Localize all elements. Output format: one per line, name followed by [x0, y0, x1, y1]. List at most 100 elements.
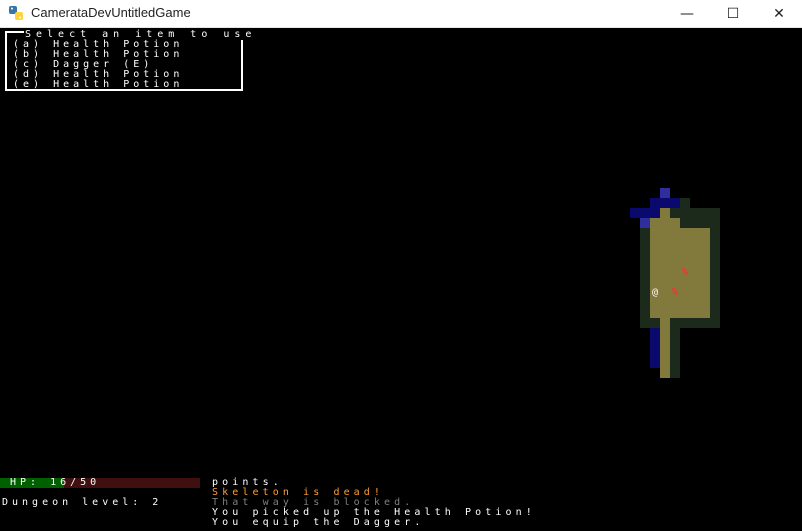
floor-tile: [700, 268, 710, 278]
floor-tile: [660, 218, 670, 228]
floor-tile: [690, 268, 700, 278]
maximize-icon: ☐: [726, 5, 740, 22]
wall-tile: [650, 318, 660, 328]
explored-tile: [670, 198, 680, 208]
floor-tile: [690, 248, 700, 258]
title-bar: CamerataDevUntitledGame — ☐ ✕: [0, 0, 802, 28]
close-button[interactable]: ✕: [756, 0, 802, 27]
floor-tile: [690, 238, 700, 248]
maximize-button[interactable]: ☐: [710, 0, 756, 27]
close-icon: ✕: [773, 5, 785, 22]
wall-tile: [710, 258, 720, 268]
wall-tile: [710, 228, 720, 238]
minimize-icon: —: [680, 5, 694, 22]
wall-tile: [670, 348, 680, 358]
wall-tile: [690, 318, 700, 328]
wall-tile: [690, 208, 700, 218]
floor-tile: [670, 258, 680, 268]
floor-tile: [680, 228, 690, 238]
wall-tile: [680, 208, 690, 218]
floor-tile: [700, 288, 710, 298]
floor-tile: [680, 238, 690, 248]
floor-tile: [700, 248, 710, 258]
minimize-button[interactable]: —: [664, 0, 710, 27]
explored-tile: [660, 188, 670, 198]
wall-tile: [690, 218, 700, 228]
wall-tile: [710, 218, 720, 228]
wall-tile: [640, 318, 650, 328]
wall-tile: [670, 358, 680, 368]
floor-tile: [660, 348, 670, 358]
wall-tile: [700, 208, 710, 218]
wall-tile: [640, 278, 650, 288]
floor-tile: [650, 228, 660, 238]
floor-tile: [700, 308, 710, 318]
floor-tile: [700, 298, 710, 308]
floor-tile: [680, 298, 690, 308]
wall-tile: [670, 208, 680, 218]
explored-tile: [660, 198, 670, 208]
floor-tile: [690, 308, 700, 318]
wall-tile: [640, 258, 650, 268]
wall-tile: [640, 268, 650, 278]
wall-tile: [640, 308, 650, 318]
explored-tile: [650, 338, 660, 348]
floor-tile: [660, 248, 670, 258]
floor-tile: [660, 358, 670, 368]
floor-tile: [670, 298, 680, 308]
floor-tile: [690, 278, 700, 288]
floor-tile: [700, 258, 710, 268]
floor-tile: [680, 248, 690, 258]
game-viewport[interactable]: %% @ Select an item to use (a) Health Pot…: [0, 28, 802, 531]
inventory-menu: Select an item to use (a) Health Potion …: [5, 30, 258, 91]
explored-tile: [650, 198, 660, 208]
floor-tile: [650, 218, 660, 228]
floor-tile: [650, 248, 660, 258]
floor-tile: [660, 298, 670, 308]
explored-tile: [630, 208, 640, 218]
wall-tile: [710, 278, 720, 288]
inventory-item-e[interactable]: (e) Health Potion: [13, 80, 183, 90]
wall-tile: [640, 288, 650, 298]
wall-tile: [670, 338, 680, 348]
wall-tile: [640, 238, 650, 248]
wall-tile: [680, 198, 690, 208]
health-potion-item: %: [681, 267, 689, 278]
hp-bar: HP: 16/50: [0, 478, 200, 488]
explored-tile: [640, 208, 650, 218]
floor-tile: [690, 258, 700, 268]
floor-tile: [660, 228, 670, 238]
wall-tile: [640, 298, 650, 308]
floor-tile: [680, 278, 690, 288]
python-icon: [9, 6, 23, 20]
wall-tile: [710, 268, 720, 278]
floor-tile: [660, 238, 670, 248]
floor-tile: [650, 298, 660, 308]
floor-tile: [690, 298, 700, 308]
floor-tile: [660, 208, 670, 218]
wall-tile: [680, 218, 690, 228]
message-log: points. Skeleton is dead! That way is bl…: [212, 478, 536, 528]
health-potion-item: %: [671, 287, 679, 298]
wall-tile: [670, 368, 680, 378]
floor-tile: [660, 308, 670, 318]
floor-tile: [680, 308, 690, 318]
wall-tile: [700, 318, 710, 328]
floor-tile: [660, 288, 670, 298]
floor-tile: [650, 238, 660, 248]
wall-tile: [710, 248, 720, 258]
wall-tile: [700, 218, 710, 228]
wall-tile: [710, 288, 720, 298]
floor-tile: [690, 228, 700, 238]
hp-text: HP: 16/50: [10, 477, 101, 488]
wall-tile: [710, 308, 720, 318]
wall-tile: [710, 238, 720, 248]
floor-tile: [660, 368, 670, 378]
inventory-list: (a) Health Potion (b) Health Potion (c) …: [13, 40, 183, 90]
wall-tile: [710, 208, 720, 218]
floor-tile: [670, 248, 680, 258]
wall-tile: [670, 318, 680, 328]
wall-tile: [680, 318, 690, 328]
wall-tile: [710, 318, 720, 328]
explored-tile: [650, 358, 660, 368]
